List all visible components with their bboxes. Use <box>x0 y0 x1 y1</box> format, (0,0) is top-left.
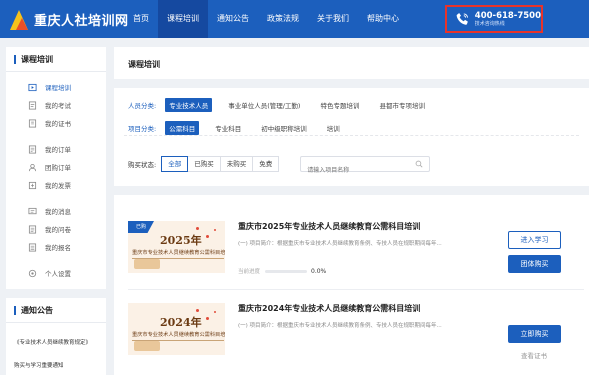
certificate-icon <box>28 118 37 128</box>
sidebar-item-my-exams[interactable]: 我的考试 <box>28 98 71 112</box>
type-option[interactable]: 培训 <box>323 121 344 135</box>
notice-panel: 通知公告 《专业技术人员继续教育规定》 购买与学习重要通知 <box>6 298 106 375</box>
nav-policies[interactable]: 政策法规 <box>258 0 308 38</box>
invoice-icon <box>28 181 37 189</box>
sidebar-item-my-orders[interactable]: 我的订单 <box>28 142 71 156</box>
course-title[interactable]: 重庆市2025年专业技术人员继续教育公需科目培训 <box>238 221 420 232</box>
category-option[interactable]: 事业单位人员(管理/工勤) <box>224 98 304 112</box>
category-filter-row: 人员分类: 专业技术人员 事业单位人员(管理/工勤) 特色专题培训 县都市专项培… <box>128 98 441 112</box>
exam-icon <box>28 100 37 110</box>
hotline-box: 400-618-7500 技术咨询热线 <box>445 5 543 33</box>
settings-icon <box>28 269 37 277</box>
group-purchase-button[interactable]: 团体购买 <box>508 255 561 273</box>
enter-study-button[interactable]: 进入学习 <box>508 231 561 249</box>
type-label: 项目分类: <box>128 125 157 133</box>
sidebar-item-group-orders[interactable]: 团购订单 <box>28 160 71 174</box>
top-navbar: 重庆人社培训网 首页 课程培训 通知公告 政策法规 关于我们 帮助中心 400-… <box>0 0 589 38</box>
notice-item[interactable]: 购买与学习重要通知 <box>14 361 64 369</box>
thumbnail-year: 2024年 <box>160 316 202 329</box>
status-unpurchased-button[interactable]: 未购买 <box>219 156 254 172</box>
status-free-button[interactable]: 免费 <box>252 156 280 172</box>
category-option[interactable]: 县都市专项培训 <box>375 98 429 112</box>
main-nav: 首页 课程培训 通知公告 政策法规 关于我们 帮助中心 <box>124 0 408 38</box>
order-icon <box>28 144 37 154</box>
purchased-badge: 已购 <box>128 221 154 233</box>
sidebar-item-my-messages[interactable]: 我的消息 <box>28 204 71 218</box>
type-option[interactable]: 专业科目 <box>211 121 245 135</box>
search-icon[interactable] <box>415 160 423 168</box>
group-order-icon <box>28 163 37 171</box>
type-filter-row: 项目分类: 公需科目 专业科目 初中级职称培训 培训 <box>128 121 356 135</box>
course-progress: 当前进度 0.0% <box>238 267 327 276</box>
type-option[interactable]: 公需科目 <box>165 121 200 135</box>
search-box <box>300 156 431 178</box>
thumbnail-subtitle: 重庆市专业技术人员继续教育公需科目培训 <box>132 331 225 341</box>
course-description: (一) 项目简介：根据重庆市专业技术人员继续教育条例、专技人员在规职期间每年..… <box>238 323 442 329</box>
nav-help[interactable]: 帮助中心 <box>358 0 408 38</box>
nav-notices[interactable]: 通知公告 <box>208 0 258 38</box>
nav-home[interactable]: 首页 <box>124 0 158 38</box>
thumbnail-subtitle: 重庆市专业技术人员继续教育公需科目培训 <box>132 249 225 259</box>
sidebar-title: 课程培训 <box>14 55 53 64</box>
notice-item[interactable]: 《专业技术人员继续教育规定》 <box>14 338 91 346</box>
phone-icon <box>456 12 468 25</box>
sidebar-item-course-training[interactable]: 课程培训 <box>14 78 96 96</box>
logo-icon <box>10 8 28 30</box>
progress-label: 当前进度 <box>238 269 261 275</box>
filter-panel: 人员分类: 专业技术人员 事业单位人员(管理/工勤) 特色专题培训 县都市专项培… <box>114 88 589 186</box>
nav-course-training[interactable]: 课程培训 <box>158 0 208 38</box>
category-option[interactable]: 专业技术人员 <box>165 98 213 112</box>
hotline-caption: 技术咨询热线 <box>474 20 505 27</box>
category-option[interactable]: 特色专题培训 <box>316 98 363 112</box>
course-item: 已购 2025年 重庆市专业技术人员继续教育公需科目培训 重庆市2025年专业技… <box>128 221 584 297</box>
type-option[interactable]: 初中级职称培训 <box>257 121 311 135</box>
view-certificate-link[interactable]: 查看证书 <box>521 350 547 360</box>
hotline-number: 400-618-7500 <box>474 10 541 21</box>
sidebar-item-my-certificates[interactable]: 我的证书 <box>28 116 71 130</box>
sidebar-item-my-surveys[interactable]: 我的问卷 <box>28 222 71 236</box>
course-thumbnail[interactable]: 2024年 重庆市专业技术人员继续教育公需科目培训 <box>128 303 225 355</box>
course-list: 已购 2025年 重庆市专业技术人员继续教育公需科目培训 重庆市2025年专业技… <box>114 195 589 375</box>
buy-now-button[interactable]: 立即购买 <box>508 325 561 343</box>
course-title[interactable]: 重庆市2024年专业技术人员继续教育公需科目培训 <box>238 303 420 314</box>
thumbnail-year: 2025年 <box>160 234 202 247</box>
purchase-status-row: 购买状态: 全部 已购买 未购买 免费 <box>128 156 431 178</box>
page-title: 课程培训 <box>128 60 160 69</box>
sidebar-item-my-registrations[interactable]: 我的报名 <box>28 240 71 254</box>
sidebar-item-personal-settings[interactable]: 个人设置 <box>28 266 71 280</box>
category-label: 人员分类: <box>128 102 157 110</box>
status-all-button[interactable]: 全部 <box>161 156 189 172</box>
site-logo[interactable]: 重庆人社培训网 <box>10 6 129 32</box>
site-name: 重庆人社培训网 <box>34 13 129 29</box>
progress-bar <box>265 269 308 273</box>
course-item: 2024年 重庆市专业技术人员继续教育公需科目培训 重庆市2024年专业技术人员… <box>128 303 584 375</box>
sidebar-menu: 课程培训 课程培训 我的考试 我的证书 我的订单 团购订单 我的发票 我的消息 … <box>6 47 106 289</box>
search-input[interactable] <box>301 163 412 178</box>
nav-about[interactable]: 关于我们 <box>308 0 358 38</box>
main-header: 课程培训 <box>114 47 589 79</box>
course-thumbnail[interactable]: 已购 2025年 重庆市专业技术人员继续教育公需科目培训 <box>128 221 225 273</box>
status-label: 购买状态: <box>128 161 157 169</box>
survey-icon <box>28 224 37 234</box>
course-icon <box>28 83 37 91</box>
notice-title: 通知公告 <box>14 306 53 315</box>
registration-icon <box>28 242 37 252</box>
progress-value: 0.0% <box>311 267 327 275</box>
message-icon <box>28 207 37 214</box>
status-purchased-button[interactable]: 已购买 <box>187 156 221 172</box>
sidebar-item-my-invoices[interactable]: 我的发票 <box>28 178 71 192</box>
course-description: (一) 项目简介：根据重庆市专业技术人员继续教育条例、专技人员在规职期间每年..… <box>238 241 442 247</box>
